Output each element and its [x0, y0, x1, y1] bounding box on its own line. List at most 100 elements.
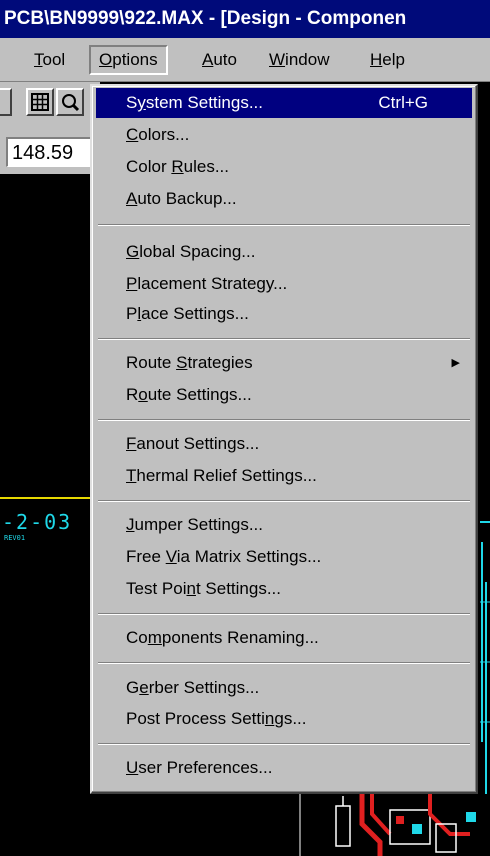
menu-item-auto-backup-key: A — [126, 189, 138, 208]
menu-bar: Tool Options Auto Window Help — [0, 38, 490, 82]
menu-item-global-spacing[interactable]: Global Spacing... — [96, 237, 472, 267]
menu-item-gerber-settings-post: rber Settings... — [148, 678, 260, 697]
menu-item-user-preferences[interactable]: User Preferences... — [96, 753, 472, 783]
menu-item-system-settings[interactable]: System Settings... Ctrl+G — [96, 88, 472, 118]
menu-item-route-strategies-post: trategies — [187, 353, 253, 372]
menu-item-free-via-matrix-key: V — [165, 547, 177, 566]
coordinate-field[interactable]: 148.59 — [6, 137, 98, 167]
zoom-icon[interactable] — [56, 88, 84, 116]
menu-item-free-via-matrix-pre: Free — [126, 547, 166, 566]
board-outline-line — [0, 497, 92, 499]
pcb-traces-bottom — [90, 794, 490, 856]
menu-item-post-process-key: n — [264, 709, 275, 728]
coordinate-bar: 148.59 — [0, 132, 100, 174]
silkscreen-small-label: REV01 — [4, 534, 26, 542]
menu-item-color-rules-pre: Color — [126, 157, 172, 176]
menu-item-test-point-pre: Test Poi — [126, 579, 187, 598]
menu-help-rest: elp — [382, 50, 405, 69]
menu-auto[interactable]: Auto — [194, 45, 245, 75]
menu-item-gerber-settings-pre: G — [126, 678, 140, 697]
menu-item-color-rules[interactable]: Color Rules... — [96, 152, 472, 182]
menu-item-route-settings[interactable]: Route Settings... — [96, 380, 472, 410]
menu-item-test-point-key: n — [186, 579, 196, 598]
menu-item-free-via-matrix-post: ia Matrix Settings... — [176, 547, 322, 566]
menu-tool-key: T — [34, 50, 43, 69]
menu-item-system-settings-key: y — [137, 93, 146, 112]
grid-icon[interactable] — [26, 88, 54, 116]
menu-window[interactable]: Window — [261, 45, 337, 75]
menu-item-components-renaming-key: m — [147, 628, 162, 647]
menu-window-key: W — [269, 50, 286, 69]
menu-separator — [98, 662, 470, 664]
silkscreen-label: -2-03 — [2, 510, 73, 534]
menu-item-color-rules-post: ules... — [183, 157, 229, 176]
window-title: PCB\BN9999\922.MAX - [Design - Componen — [0, 0, 490, 38]
menu-item-post-process-settings[interactable]: Post Process Settings... — [96, 704, 472, 734]
menu-item-test-point-settings[interactable]: Test Point Settings... — [96, 574, 472, 604]
menu-item-colors-key: C — [126, 125, 139, 144]
menu-item-route-strategies-pre: Route — [126, 353, 177, 372]
menu-item-colors-post: olors... — [138, 125, 190, 144]
shortcut-label: Ctrl+G — [378, 93, 428, 112]
menu-item-global-spacing-post: lobal Spacing... — [139, 242, 256, 261]
menu-item-route-strategies-key: S — [176, 353, 188, 372]
menu-item-route-settings-pre: R — [126, 385, 139, 404]
menu-item-jumper-settings[interactable]: Jumper Settings... — [96, 510, 472, 540]
menu-item-fanout-settings[interactable]: Fanout Settings... — [96, 429, 472, 459]
toolbar — [0, 82, 100, 132]
menu-options-rest: ptions — [112, 50, 158, 69]
menu-item-placement-strategy[interactable]: Placement Strategy... — [96, 269, 472, 299]
menu-item-jumper-settings-post: umper Settings... — [134, 515, 264, 534]
menu-item-color-rules-key: R — [171, 157, 184, 176]
menu-help-key: H — [370, 50, 383, 69]
menu-item-fanout-settings-key: F — [126, 434, 137, 453]
menu-item-auto-backup-post: uto Backup... — [137, 189, 237, 208]
menu-separator — [98, 224, 470, 226]
menu-tool[interactable]: Tool — [26, 45, 73, 75]
menu-item-components-renaming-post: ponents Renaming... — [161, 628, 319, 647]
options-dropdown-menu: System Settings... Ctrl+G Colors... Colo… — [90, 84, 478, 794]
menu-item-jumper-settings-key: J — [126, 515, 135, 534]
menu-item-colors[interactable]: Colors... — [96, 120, 472, 150]
menu-separator — [98, 613, 470, 615]
menu-item-system-settings-pre: S — [126, 93, 138, 112]
menu-item-place-settings-post: ace Settings... — [141, 304, 249, 323]
menu-item-route-settings-key: o — [138, 385, 148, 404]
menu-item-free-via-matrix-settings[interactable]: Free Via Matrix Settings... — [96, 542, 472, 572]
menu-item-gerber-settings[interactable]: Gerber Settings... — [96, 673, 472, 703]
menu-item-auto-backup[interactable]: Auto Backup... — [96, 184, 472, 214]
menu-item-user-preferences-key: U — [126, 758, 139, 777]
menu-item-test-point-post: t Settings... — [195, 579, 281, 598]
menu-separator — [98, 743, 470, 745]
pcb-traces-right — [478, 82, 490, 856]
menu-options[interactable]: Options — [89, 45, 168, 75]
menu-separator — [98, 338, 470, 340]
menu-item-route-settings-post: ute Settings... — [147, 385, 252, 404]
menu-item-user-preferences-post: ser Preferences... — [138, 758, 273, 777]
menu-item-placement-strategy-key: P — [126, 274, 138, 293]
menu-item-post-process-post: gs... — [274, 709, 307, 728]
menu-item-gerber-settings-key: e — [139, 678, 149, 697]
menu-auto-rest: uto — [213, 50, 237, 69]
menu-separator — [98, 500, 470, 502]
menu-item-thermal-relief-settings[interactable]: Thermal Relief Settings... — [96, 461, 472, 491]
menu-item-fanout-settings-post: anout Settings... — [136, 434, 260, 453]
menu-window-rest: indow — [285, 50, 330, 69]
menu-item-place-settings[interactable]: Place Settings... — [96, 299, 472, 329]
menu-item-global-spacing-key: G — [126, 242, 140, 261]
menu-item-post-process-pre: Post Process Setti — [126, 709, 265, 728]
menu-separator — [98, 419, 470, 421]
toolbar-button-partial[interactable] — [0, 88, 12, 116]
menu-options-key: O — [99, 50, 113, 69]
menu-item-system-settings-post: stem Settings... — [145, 93, 264, 112]
menu-item-route-strategies[interactable]: Route Strategies ▶ — [96, 348, 472, 378]
menu-item-placement-strategy-post: lacement Strategy... — [137, 274, 288, 293]
menu-item-thermal-relief-post: hermal Relief Settings... — [136, 466, 317, 485]
menu-item-components-renaming-pre: Co — [126, 628, 148, 647]
menu-auto-key: A — [202, 50, 214, 69]
menu-tool-rest: ool — [42, 50, 66, 69]
submenu-arrow-icon: ▶ — [451, 357, 460, 369]
menu-item-place-settings-pre: P — [126, 304, 138, 323]
menu-help[interactable]: Help — [362, 45, 413, 75]
menu-item-components-renaming[interactable]: Components Renaming... — [96, 623, 472, 653]
